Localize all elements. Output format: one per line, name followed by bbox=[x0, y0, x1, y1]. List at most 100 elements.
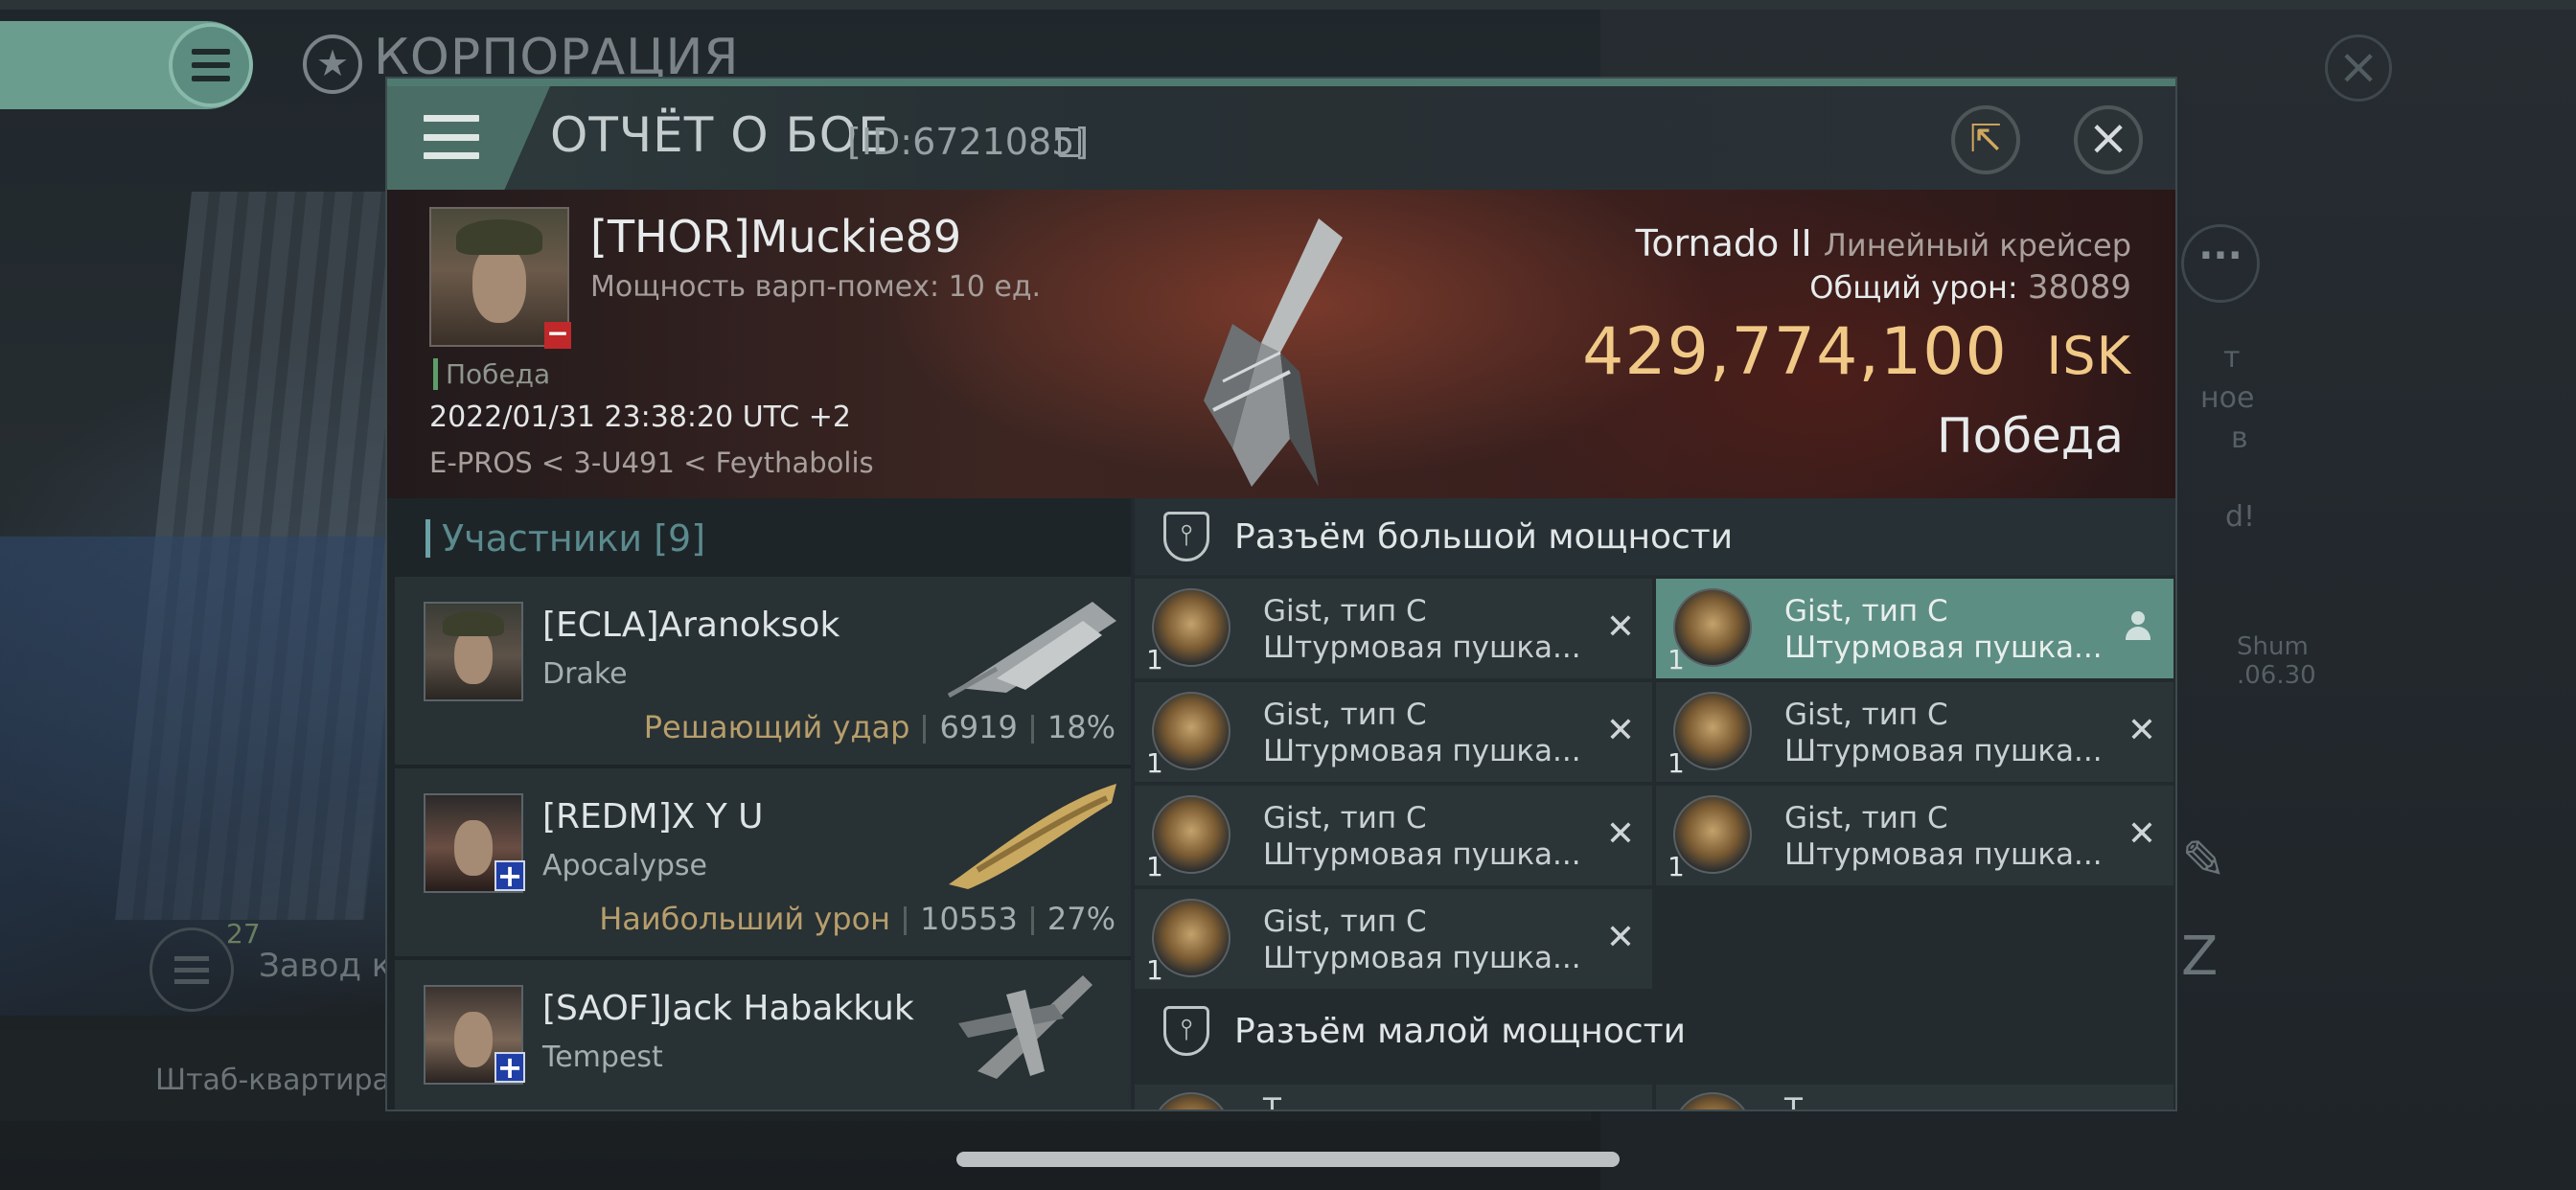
copy-icon[interactable] bbox=[1058, 128, 1081, 157]
divider bbox=[1030, 906, 1034, 935]
module-icon bbox=[1673, 1092, 1752, 1110]
module-type: Штурмовая пушка... bbox=[1784, 630, 2103, 665]
module-icon bbox=[1152, 899, 1230, 977]
factory-count: 27 bbox=[226, 918, 261, 950]
destroyed-icon: ✕ bbox=[1605, 918, 1635, 957]
module-slot[interactable]: 1 Gist, тип C Штурмовая пушка... ✕ bbox=[1135, 682, 1652, 782]
modal-accent bbox=[387, 79, 2175, 86]
module-name: Gist, тип C bbox=[1263, 801, 1427, 835]
side-text: d! bbox=[2225, 500, 2256, 534]
sleep-settings-icon[interactable]: Z bbox=[2181, 926, 2218, 988]
low-slot-title: Разъём малой мощности bbox=[1234, 1012, 1687, 1051]
module-name: Gist, тип C bbox=[1263, 904, 1427, 939]
menu-line bbox=[192, 62, 230, 68]
participant-name: [REDM]X Y U bbox=[542, 797, 764, 836]
module-slot[interactable]: 1 Gist, тип C Штурмовая пушка... ✕ bbox=[1135, 579, 1652, 678]
high-slot-header: ⫯ Разъём большой мощности bbox=[1135, 498, 2175, 575]
top-strip bbox=[0, 0, 2576, 10]
module-slot[interactable]: 1 Gist, тип C Штурмовая пушка... ✕ bbox=[1135, 889, 1652, 989]
menu-line bbox=[424, 133, 479, 141]
side-text: в bbox=[2231, 422, 2248, 455]
module-name: T bbox=[1263, 1092, 1281, 1111]
final-blow-tag: Решающий удар bbox=[643, 709, 910, 745]
menu-line bbox=[424, 152, 479, 159]
module-slot[interactable]: T bbox=[1656, 1085, 2174, 1111]
destroyed-icon: ✕ bbox=[1605, 711, 1635, 750]
damage-value: 10553 bbox=[920, 901, 1018, 937]
ship-image bbox=[947, 602, 1116, 698]
module-slot[interactable]: 1 Gist, тип C Штурмовая пушка... ✕ bbox=[1656, 682, 2174, 782]
menu-line bbox=[192, 49, 230, 55]
module-type: Штурмовая пушка... bbox=[1784, 837, 2103, 872]
more-icon[interactable]: ··· bbox=[2181, 224, 2260, 303]
participant-stats: Решающий удар 6919 18% bbox=[644, 709, 1116, 745]
main-close-icon[interactable]: × bbox=[2325, 34, 2392, 102]
module-icon bbox=[1673, 588, 1752, 667]
module-quantity: 1 bbox=[1146, 747, 1163, 779]
ship-image bbox=[958, 975, 1092, 1079]
participant-ship: Drake bbox=[542, 657, 628, 691]
module-name: Gist, тип C bbox=[1263, 698, 1427, 732]
modal-header: ОТЧЁТ О БОЕ [ID:6721085] ⇱ × bbox=[387, 86, 2175, 190]
ally-badge: + bbox=[494, 860, 525, 891]
divider bbox=[904, 906, 908, 935]
outcome-label: Победа bbox=[433, 358, 550, 390]
home-indicator[interactable] bbox=[956, 1152, 1620, 1167]
avatar-face bbox=[454, 1012, 493, 1067]
ally-badge: + bbox=[494, 1052, 525, 1083]
module-quantity: 1 bbox=[1668, 747, 1685, 779]
module-icon bbox=[1152, 1092, 1230, 1110]
kill-location[interactable]: E-PROS < 3-U491 < Feythabolis bbox=[429, 446, 874, 479]
combat-report-modal: ОТЧЁТ О БОЕ [ID:6721085] ⇱ × − [THOR]Muc… bbox=[385, 77, 2177, 1111]
factory-button[interactable] bbox=[150, 927, 234, 1012]
participant-stats: Наибольший урон 10553 27% bbox=[599, 901, 1116, 937]
module-slot[interactable]: T bbox=[1135, 1085, 1652, 1111]
low-slot-icon: ⫯ bbox=[1163, 1006, 1209, 1056]
module-icon bbox=[1152, 588, 1230, 667]
module-type: Штурмовая пушка... bbox=[1263, 837, 1581, 872]
damage-percent: 18% bbox=[1046, 709, 1116, 745]
participant-row[interactable]: [ECLA]Aranoksok Drake Решающий удар 6919 1… bbox=[395, 577, 1131, 765]
module-type: Штурмовая пушка... bbox=[1784, 734, 2103, 768]
module-slot[interactable]: 1 Gist, тип C Штурмовая пушка... ✕ bbox=[1135, 786, 1652, 885]
total-damage-label: Общий урон: bbox=[1809, 269, 2018, 306]
module-name: Gist, тип C bbox=[1784, 698, 1948, 732]
module-quantity: 1 bbox=[1146, 954, 1163, 986]
participant-row[interactable]: + [SAOF]Jack Habakkuk Tempest bbox=[395, 960, 1131, 1110]
high-slot-title: Разъём большой мощности bbox=[1234, 517, 1734, 557]
destroyed-icon: ✕ bbox=[1605, 607, 1635, 647]
share-button[interactable]: ⇱ bbox=[1951, 105, 2020, 174]
corp-menu-button[interactable] bbox=[169, 23, 253, 107]
victim-ship-name[interactable]: Tornado II Линейный крейсер bbox=[1636, 222, 2131, 264]
menu-icon[interactable] bbox=[424, 115, 479, 159]
participants-panel: Участники [9] [ECLA]Aranoksok Drake Реша… bbox=[387, 498, 1131, 1110]
ship-name: Tornado II bbox=[1635, 222, 1812, 264]
report-id: [ID:6721085] bbox=[847, 121, 1090, 163]
module-icon bbox=[1152, 692, 1230, 770]
close-button[interactable]: × bbox=[2074, 105, 2143, 174]
module-name: T bbox=[1784, 1092, 1803, 1111]
destroyed-icon: ✕ bbox=[1605, 814, 1635, 854]
divider bbox=[1030, 715, 1034, 744]
side-text: Shum bbox=[2237, 632, 2309, 661]
module-slot[interactable]: 1 Gist, тип C Штурмовая пушка... bbox=[1656, 579, 2174, 678]
avatar[interactable] bbox=[424, 602, 523, 701]
edit-icon[interactable]: ✎ bbox=[2181, 830, 2226, 892]
module-type: Штурмовая пушка... bbox=[1263, 734, 1581, 768]
module-name: Gist, тип C bbox=[1784, 594, 1948, 629]
isk-unit: ISK bbox=[2046, 326, 2131, 386]
factory-line bbox=[174, 955, 209, 961]
module-icon bbox=[1673, 795, 1752, 874]
top-damage-tag: Наибольший урон bbox=[599, 901, 891, 937]
kill-datetime: 2022/01/31 23:38:20 UTC +2 bbox=[429, 400, 851, 434]
ship-image bbox=[949, 784, 1116, 889]
side-text: т bbox=[2223, 341, 2241, 375]
victim-name[interactable]: [THOR]Muckie89 bbox=[590, 211, 961, 263]
high-slot-icon: ⫯ bbox=[1163, 512, 1209, 561]
total-damage: Общий урон: 38089 bbox=[1809, 268, 2131, 307]
module-quantity: 1 bbox=[1146, 644, 1163, 675]
module-slot[interactable]: 1 Gist, тип C Штурмовая пушка... ✕ bbox=[1656, 786, 2174, 885]
participant-row[interactable]: + [REDM]X Y U Apocalypse Наибольший урон… bbox=[395, 768, 1131, 956]
victim-ship-image[interactable] bbox=[1175, 209, 1386, 496]
module-type: Штурмовая пушка... bbox=[1263, 630, 1581, 665]
